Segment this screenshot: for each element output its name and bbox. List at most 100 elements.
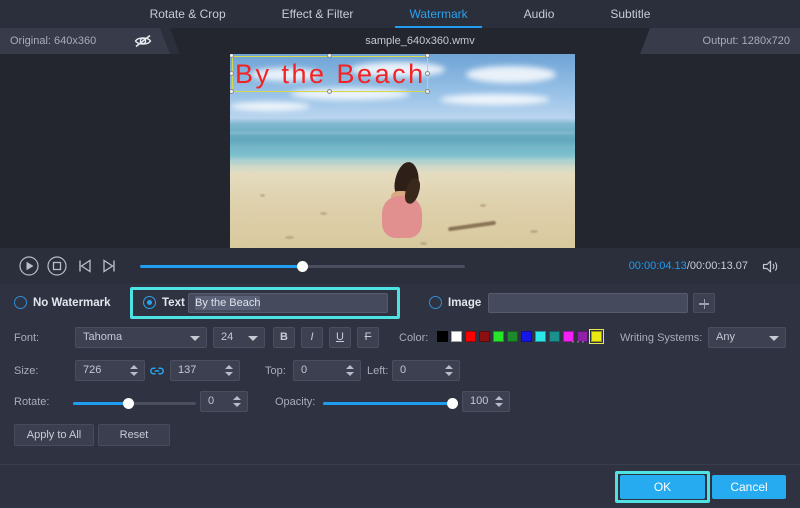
sea-highlight — [230, 146, 575, 148]
radio-text-watermark[interactable] — [143, 296, 156, 309]
color-swatch-cyan[interactable] — [535, 331, 546, 342]
radio-no-watermark[interactable] — [14, 296, 27, 309]
more-colors-button[interactable]: ··· — [571, 336, 586, 347]
resize-handle-e[interactable] — [425, 71, 430, 76]
driftwood — [448, 221, 496, 232]
stepper-up-icon[interactable] — [495, 396, 503, 400]
video-canvas[interactable]: By the Beach — [230, 54, 575, 248]
seek-slider-handle[interactable] — [297, 261, 308, 272]
previous-frame-icon[interactable] — [74, 255, 96, 277]
writing-systems-label: Writing Systems: — [620, 328, 702, 348]
no-watermark-label: No Watermark — [33, 296, 111, 310]
watermark-image-path-input[interactable] — [488, 293, 688, 313]
sand-detail — [285, 236, 294, 239]
seek-slider[interactable] — [140, 265, 465, 268]
apply-to-all-label: Apply to All — [27, 429, 81, 441]
stop-icon[interactable] — [46, 255, 68, 277]
ok-button[interactable]: OK — [620, 475, 705, 499]
play-icon[interactable] — [18, 255, 40, 277]
stepper-down-icon[interactable] — [233, 403, 241, 407]
playback-bar: 00:00:04.13/00:00:13.07 — [0, 248, 800, 284]
color-swatch-yellow[interactable] — [591, 331, 602, 342]
resize-handle-sw[interactable] — [230, 89, 234, 94]
opacity-stepper[interactable]: 100 — [462, 391, 510, 412]
original-resolution-label: Original: 640x360 — [10, 28, 96, 54]
radio-image-watermark[interactable] — [429, 296, 442, 309]
chevron-down-icon — [248, 336, 258, 341]
writing-systems-value: Any — [716, 328, 735, 347]
opacity-slider-handle[interactable] — [447, 398, 458, 409]
current-time-label: 00:00:04.13 — [629, 260, 687, 272]
resize-handle-s[interactable] — [327, 89, 332, 94]
cloud — [230, 102, 310, 111]
stepper-down-icon[interactable] — [130, 372, 138, 376]
color-swatch-dark-green[interactable] — [507, 331, 518, 342]
stepper-up-icon[interactable] — [346, 365, 354, 369]
italic-label: I — [310, 331, 313, 343]
size-height-value: 137 — [178, 361, 196, 380]
stepper-up-icon[interactable] — [445, 365, 453, 369]
stepper-down-icon[interactable] — [495, 403, 503, 407]
color-swatch-black[interactable] — [437, 331, 448, 342]
strikethrough-button[interactable]: F — [357, 327, 379, 348]
watermark-text-overlay[interactable]: By the Beach — [235, 58, 426, 90]
left-label: Left: — [367, 361, 388, 381]
link-icon[interactable] — [150, 364, 164, 376]
size-width-stepper[interactable]: 726 — [75, 360, 145, 381]
resize-handle-ne[interactable] — [425, 54, 430, 58]
tab-effect-filter[interactable]: Effect & Filter — [254, 0, 382, 28]
writing-systems-dropdown[interactable]: Any — [708, 327, 786, 348]
seek-progress-fill — [140, 265, 303, 268]
color-swatch-red[interactable] — [465, 331, 476, 342]
color-swatch-dark-red[interactable] — [479, 331, 490, 342]
stepper-up-icon[interactable] — [130, 365, 138, 369]
watermark-controls-panel: No Watermark Text By the Beach Image Fon… — [0, 284, 800, 464]
color-swatch-white[interactable] — [451, 331, 462, 342]
stepper-up-icon[interactable] — [225, 365, 233, 369]
italic-button[interactable]: I — [301, 327, 323, 348]
top-position-stepper[interactable]: 0 — [293, 360, 361, 381]
stepper-up-icon[interactable] — [233, 396, 241, 400]
resize-handle-se[interactable] — [425, 89, 430, 94]
speaker-icon[interactable] — [762, 259, 780, 274]
reset-button[interactable]: Reset — [98, 424, 170, 446]
stepper-down-icon[interactable] — [225, 372, 233, 376]
apply-to-all-button[interactable]: Apply to All — [14, 424, 94, 446]
opacity-slider[interactable] — [323, 402, 458, 405]
rotate-slider[interactable] — [73, 402, 196, 405]
color-swatch-teal[interactable] — [549, 331, 560, 342]
top-value: 0 — [301, 361, 307, 380]
tab-label: Watermark — [409, 7, 467, 21]
color-swatch-blue[interactable] — [521, 331, 532, 342]
underline-button[interactable]: U — [329, 327, 351, 348]
tab-label: Effect & Filter — [282, 7, 354, 21]
size-height-stepper[interactable]: 137 — [170, 360, 240, 381]
rotate-value: 0 — [208, 392, 214, 411]
rotate-stepper[interactable]: 0 — [200, 391, 248, 412]
left-position-stepper[interactable]: 0 — [392, 360, 460, 381]
tab-audio[interactable]: Audio — [496, 0, 583, 28]
font-size-dropdown[interactable]: 24 — [213, 327, 265, 348]
next-frame-icon[interactable] — [98, 255, 120, 277]
font-family-dropdown[interactable]: Tahoma — [75, 327, 207, 348]
bold-button[interactable]: B — [273, 327, 295, 348]
rotate-slider-handle[interactable] — [123, 398, 134, 409]
add-image-button[interactable] — [693, 293, 715, 313]
text-watermark-label: Text — [162, 296, 185, 310]
tab-label: Audio — [524, 7, 555, 21]
eye-slash-icon[interactable] — [133, 33, 153, 49]
stepper-down-icon[interactable] — [445, 372, 453, 376]
watermark-text-input[interactable]: By the Beach — [188, 293, 388, 313]
top-label: Top: — [265, 361, 286, 381]
rotate-slider-fill — [73, 402, 128, 405]
sand-detail — [260, 194, 265, 197]
tab-subtitle[interactable]: Subtitle — [582, 0, 678, 28]
tab-rotate-crop[interactable]: Rotate & Crop — [122, 0, 254, 28]
color-swatch-green[interactable] — [493, 331, 504, 342]
underline-label: U — [336, 331, 344, 343]
ok-label: OK — [654, 480, 671, 494]
tab-watermark[interactable]: Watermark — [381, 0, 495, 28]
stepper-down-icon[interactable] — [346, 372, 354, 376]
cancel-button[interactable]: Cancel — [712, 475, 786, 499]
chevron-down-icon — [190, 336, 200, 341]
